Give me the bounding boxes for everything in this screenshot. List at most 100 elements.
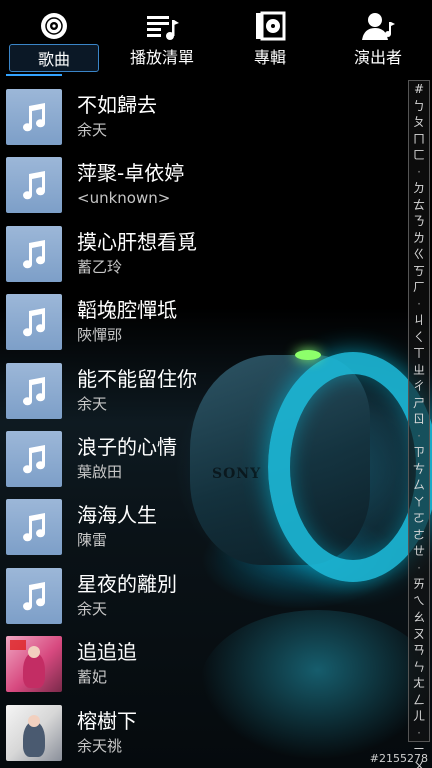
index-letter[interactable]: ㄤ — [413, 675, 425, 692]
list-item[interactable]: 追追追 蓄妃 — [0, 627, 406, 695]
song-text: 能不能留住你 余天 — [77, 366, 197, 414]
index-letter[interactable]: ㄛ — [413, 510, 425, 527]
song-title: 能不能留住你 — [77, 366, 197, 391]
index-separator: · — [417, 428, 421, 443]
tab-songs-label: 歌曲 — [8, 44, 99, 72]
song-text: 星夜的離別 余天 — [77, 571, 177, 619]
index-letter[interactable]: ㄔ — [413, 378, 425, 395]
index-letter[interactable]: ㄘ — [413, 461, 425, 478]
song-text: 浪子的心情 葉啟田 — [77, 434, 177, 482]
tab-playlists-label: 播放清單 — [129, 48, 194, 67]
song-artist: <unknown> — [77, 189, 171, 208]
list-item[interactable]: 星夜的離別 余天 — [0, 559, 406, 627]
index-letter[interactable]: ㄦ — [413, 708, 425, 725]
playlist-icon — [144, 10, 180, 42]
list-item[interactable]: 榕樹下 余天祧 — [0, 696, 406, 764]
song-artist: 陝憚郖 — [77, 326, 123, 345]
song-text: 追追追 蓄妃 — [77, 639, 137, 687]
index-letter[interactable]: ㄑ — [413, 329, 425, 346]
song-artist: 蓄乙玲 — [77, 257, 123, 276]
list-item[interactable]: 不如歸去 余天 — [0, 80, 406, 148]
song-text: 海海人生 陳雷 — [77, 502, 157, 550]
index-separator: · — [417, 164, 421, 179]
song-text: 不如歸去 余天 — [77, 92, 157, 140]
index-letter[interactable]: ㄣ — [413, 659, 425, 676]
song-title: 浪子的心情 — [77, 434, 177, 459]
music-note-icon — [6, 499, 62, 556]
index-letter[interactable]: ㄈ — [413, 147, 425, 164]
index-separator: · — [417, 725, 421, 740]
index-letter[interactable]: ㄐ — [413, 312, 425, 329]
tab-albums-label: 專輯 — [253, 48, 286, 67]
index-letter[interactable]: ㄕ — [413, 395, 425, 412]
tab-artists[interactable]: 演出者 — [324, 0, 432, 76]
index-letter[interactable]: ㄅ — [413, 98, 425, 115]
album-photo — [6, 636, 62, 693]
song-artist: 余天 — [77, 121, 108, 139]
song-title: 星夜的離別 — [77, 571, 177, 596]
tab-bar: 歌曲 播放清單 專輯 演出者 — [0, 0, 432, 76]
song-artist: 余天 — [77, 599, 108, 618]
index-letter[interactable]: ㄇ — [413, 131, 425, 148]
index-letter[interactable]: ㄥ — [413, 692, 425, 709]
disc-icon — [36, 10, 72, 42]
index-letter[interactable]: ㄝ — [413, 543, 425, 560]
index-letter[interactable]: ㄚ — [413, 494, 425, 511]
index-letter[interactable]: ㄎ — [413, 263, 425, 280]
list-item[interactable]: 海海人生 陳雷 — [0, 490, 406, 558]
song-title: 榕樹下 — [77, 708, 137, 733]
index-letter[interactable]: ㄞ — [413, 576, 425, 593]
list-item[interactable]: 韜堍腔憚坻 陝憚郖 — [0, 285, 406, 353]
album-photo-face — [28, 714, 40, 727]
music-note-icon — [6, 362, 62, 419]
index-letter[interactable]: ㄒ — [413, 345, 425, 362]
song-text: 榕樹下 余天祧 — [77, 708, 137, 756]
index-separator: · — [417, 560, 421, 575]
index-letter[interactable]: ㄋ — [413, 213, 425, 230]
alphabet-index-scrollbar[interactable]: # ㄅㄆㄇㄈ · ㄉㄊㄋㄌㄍㄎㄏ · ㄐㄑㄒㄓㄔㄕㄖ · ㄗㄘㄙㄚㄛㄜㄝ · ㄞㄟㄠㄡㄢㄣㄤㄥㄦ ·… — [408, 80, 430, 768]
music-note-icon — [6, 567, 62, 624]
song-title: 萍聚-卓依婷 — [77, 161, 185, 186]
index-letter[interactable]: ㄜ — [413, 527, 425, 544]
song-artist: 余天 — [77, 394, 108, 413]
artist-icon — [360, 10, 396, 42]
index-letter[interactable]: ㄉ — [413, 180, 425, 197]
list-item[interactable]: 摸心肝想看覓 蓄乙玲 — [0, 217, 406, 285]
song-title: 追追追 — [77, 640, 137, 665]
song-text: 萍聚-卓依婷 <unknown> — [77, 160, 184, 208]
list-item[interactable]: 能不能留住你 余天 — [0, 354, 406, 422]
index-letter[interactable]: ㄠ — [413, 609, 425, 626]
index-letter[interactable]: ㄟ — [413, 593, 425, 610]
index-letter[interactable]: ㄢ — [413, 642, 425, 659]
music-note-icon — [6, 430, 62, 487]
index-letter[interactable]: ㄡ — [413, 626, 425, 643]
list-item[interactable]: 萍聚-卓依婷 <unknown> — [0, 148, 406, 216]
index-letter[interactable]: ㄍ — [413, 246, 425, 263]
list-item[interactable]: 浪子的心情 葉啟田 — [0, 422, 406, 490]
music-note-icon — [6, 294, 62, 351]
index-letter[interactable]: ㄙ — [413, 477, 425, 494]
song-list[interactable]: 不如歸去 余天 萍聚-卓依婷 <unknown> 摸心肝想看覓 蓄乙玲 韜堍腔憚… — [0, 80, 406, 764]
index-letter[interactable]: ㄊ — [413, 197, 425, 214]
song-artist: 葉啟田 — [77, 462, 123, 481]
index-separator: · — [417, 296, 421, 311]
music-note-icon — [6, 157, 62, 214]
song-title: 海海人生 — [77, 503, 157, 528]
album-photo-stamp — [10, 640, 26, 651]
index-letter[interactable]: ㄏ — [413, 279, 425, 296]
index-letter[interactable]: ㄖ — [413, 411, 425, 428]
index-letter[interactable]: # — [414, 81, 424, 98]
index-letter[interactable]: ㄓ — [413, 362, 425, 379]
song-title: 不如歸去 — [77, 93, 157, 117]
index-letter[interactable]: ㄗ — [413, 444, 425, 461]
tab-songs[interactable]: 歌曲 — [0, 0, 108, 76]
index-letter[interactable]: ㄌ — [413, 230, 425, 247]
index-letter[interactable]: ㄆ — [413, 114, 425, 131]
tab-indicator — [6, 74, 62, 76]
tab-artists-label: 演出者 — [353, 48, 402, 67]
tab-albums[interactable]: 專輯 — [216, 0, 324, 76]
tab-playlists[interactable]: 播放清單 — [108, 0, 216, 76]
song-artist: 余天祧 — [77, 736, 123, 755]
album-icon — [252, 10, 288, 42]
music-note-icon — [6, 225, 62, 282]
